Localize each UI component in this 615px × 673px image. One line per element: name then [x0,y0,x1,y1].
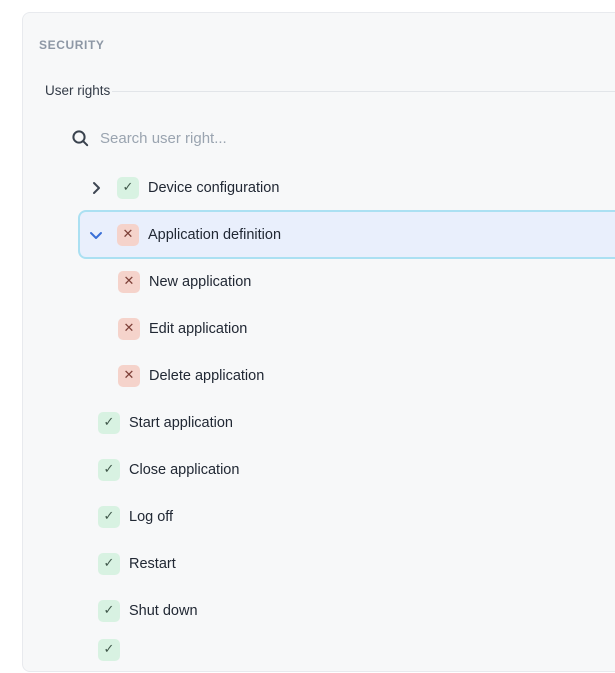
chevron-right-icon[interactable] [88,180,104,196]
check-icon[interactable]: ✓ [98,639,120,661]
x-icon[interactable]: ✕ [118,365,140,387]
tree-item-edit-application[interactable]: ✕ Edit application [23,305,615,352]
x-icon[interactable]: ✕ [118,271,140,293]
tree-item-log-off[interactable]: ✓ Log off [23,493,615,540]
check-icon[interactable]: ✓ [98,412,120,434]
tree-item-label: Application definition [148,227,281,243]
search-icon [71,129,90,148]
check-icon[interactable]: ✓ [98,459,120,481]
tree-item-start-application[interactable]: ✓ Start application [23,399,615,446]
legend-divider [112,91,615,92]
user-rights-legend: User rights [45,83,110,98]
tree-item-restart[interactable]: ✓ Restart [23,540,615,587]
check-icon[interactable]: ✓ [98,506,120,528]
user-rights-search [71,123,615,153]
tree-item-label: Shut down [129,603,198,619]
tree-item-delete-application[interactable]: ✕ Delete application [23,352,615,399]
chevron-down-icon[interactable] [88,227,104,243]
check-icon[interactable]: ✓ [117,177,139,199]
security-panel: SECURITY User rights ✓ Device configurati… [22,12,615,672]
tree-item-label: Restart [129,556,176,572]
tree-item-label: Edit application [149,321,247,337]
search-input[interactable] [98,129,615,148]
check-icon[interactable]: ✓ [98,553,120,575]
x-icon[interactable]: ✕ [118,318,140,340]
tree-item-application-definition[interactable]: ✕ Application definition [23,211,615,258]
x-icon[interactable]: ✕ [117,224,139,246]
tree-item-label: Delete application [149,368,264,384]
tree-item-partial[interactable]: ✓ [23,626,615,673]
tree-item-new-application[interactable]: ✕ New application [23,258,615,305]
tree-item-label: Close application [129,462,239,478]
tree-item-label: Device configuration [148,180,279,196]
check-icon[interactable]: ✓ [98,600,120,622]
tree-item-label: Log off [129,509,173,525]
user-rights-tree: ✓ Device configuration ✕ Application defini… [23,164,615,673]
tree-item-device-configuration[interactable]: ✓ Device configuration [23,164,615,211]
tree-item-label: Start application [129,415,233,431]
tree-item-close-application[interactable]: ✓ Close application [23,446,615,493]
security-section-header: SECURITY [39,38,104,52]
tree-item-label: New application [149,274,251,290]
